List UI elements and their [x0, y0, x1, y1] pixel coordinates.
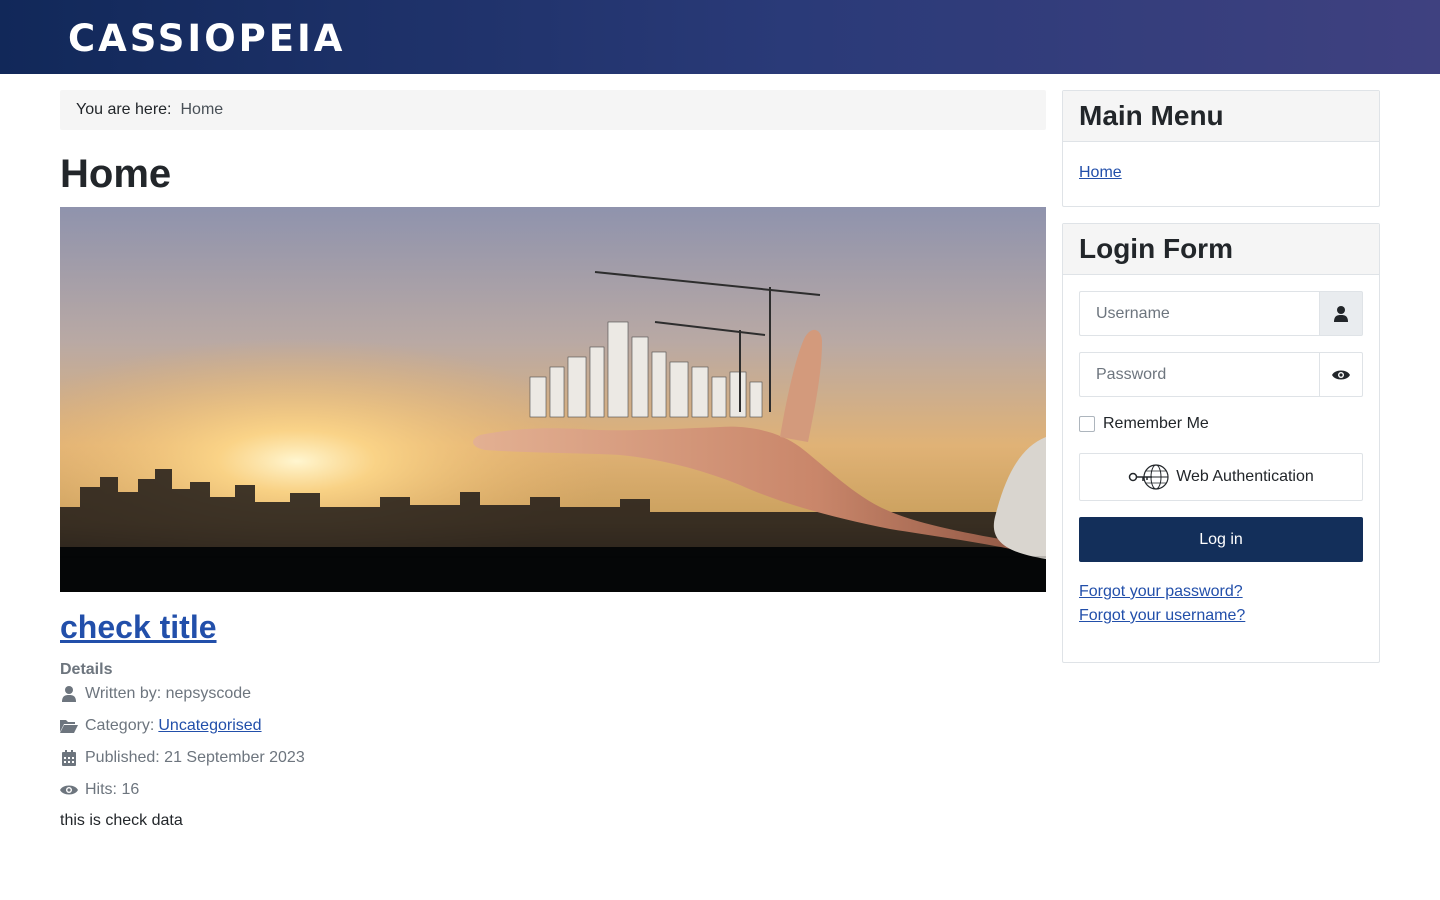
main-menu-title: Main Menu [1063, 91, 1379, 142]
login-form-title: Login Form [1063, 224, 1379, 275]
login-button[interactable]: Log in [1079, 517, 1363, 562]
eye-icon [1332, 370, 1350, 379]
calendar-icon [60, 749, 78, 767]
author-info: Written by: nepsyscode [60, 684, 1046, 704]
web-authentication-label: Web Authentication [1176, 468, 1314, 485]
show-password-button[interactable] [1319, 352, 1363, 397]
breadcrumb: You are here: Home [60, 90, 1046, 130]
login-help-links: Forgot your password? Forgot your userna… [1079, 580, 1363, 628]
web-authentication-button[interactable]: Web Authentication [1079, 453, 1363, 501]
article-info: Written by: nepsyscode Category: Uncateg… [60, 684, 1046, 800]
username-input[interactable] [1079, 291, 1319, 336]
forgot-password-link[interactable]: Forgot your password? [1079, 580, 1363, 604]
breadcrumb-current: Home [180, 101, 224, 118]
published-text: Published: 21 September 2023 [85, 749, 305, 767]
category-link[interactable]: Uncategorised [158, 717, 261, 735]
user-icon [1319, 291, 1363, 336]
hits-text: Hits: 16 [85, 781, 140, 799]
user-icon [60, 685, 78, 703]
page-title: Home [60, 152, 172, 196]
article-image [60, 207, 1046, 592]
password-group [1079, 352, 1363, 397]
folder-open-icon [60, 717, 78, 735]
remember-me-label: Remember Me [1103, 415, 1209, 432]
site-header: CASSIOPEIA [0, 0, 1440, 74]
category-info: Category: Uncategorised [60, 716, 1046, 736]
author-text: Written by: nepsyscode [85, 685, 252, 703]
hits-info: Hits: 16 [60, 780, 1046, 800]
site-logo[interactable]: CASSIOPEIA [68, 19, 345, 59]
article-title: check title [60, 608, 1046, 646]
menu-item-home[interactable]: Home [1079, 164, 1122, 182]
main-menu-card: Main Menu Home [1062, 90, 1380, 207]
category-prefix: Category: [85, 717, 155, 735]
published-info: Published: 21 September 2023 [60, 748, 1046, 768]
breadcrumb-prefix: You are here: [76, 101, 172, 118]
article-body: this is check data [60, 812, 183, 830]
main-menu-body: Home [1063, 142, 1379, 206]
main-content: You are here: Home Home check title Deta… [60, 90, 1046, 830]
forgot-username-link[interactable]: Forgot your username? [1079, 604, 1363, 628]
eye-icon [60, 781, 78, 799]
details-label: Details [60, 661, 113, 679]
key-globe-icon [1128, 462, 1170, 492]
article-title-link[interactable]: check title [60, 609, 217, 645]
login-form-body: Remember Me [1063, 275, 1379, 662]
sidebar: Main Menu Home Login Form Username Remem… [1062, 90, 1380, 679]
remember-me[interactable]: Remember Me [1079, 413, 1363, 435]
password-input[interactable] [1079, 352, 1319, 397]
login-form-card: Login Form Remember Me [1062, 223, 1380, 663]
username-group [1079, 291, 1363, 336]
remember-me-checkbox[interactable] [1079, 416, 1095, 432]
